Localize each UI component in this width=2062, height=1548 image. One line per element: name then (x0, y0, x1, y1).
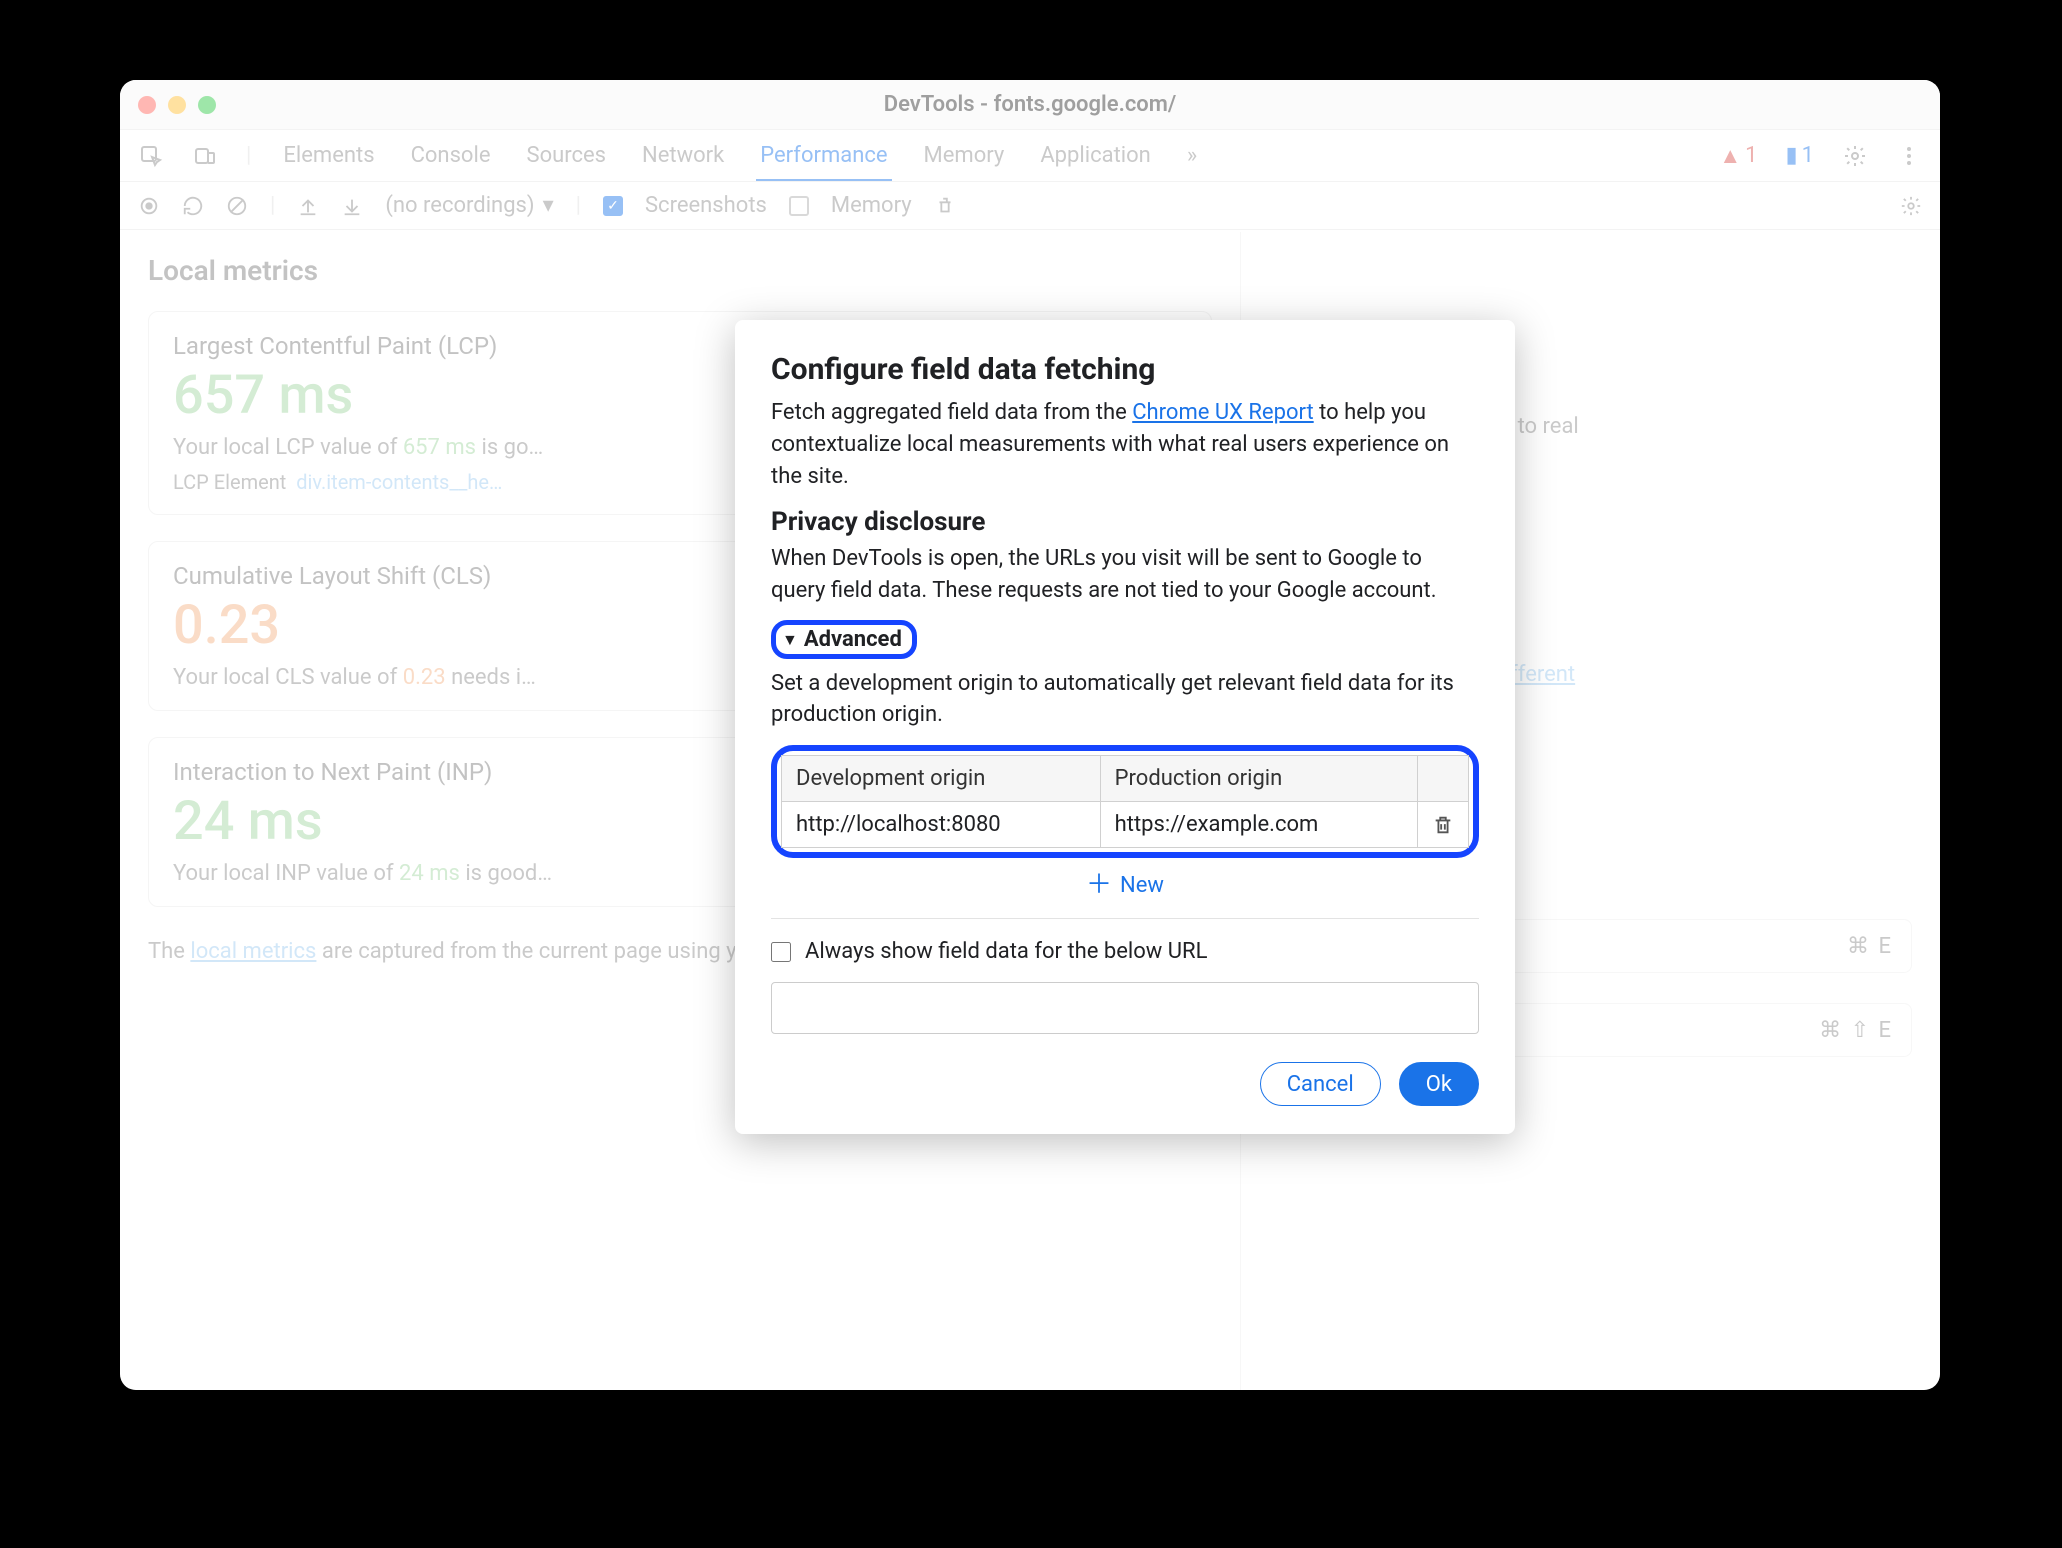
tabs-overflow[interactable]: » (1183, 143, 1201, 168)
device-toolbar-icon[interactable] (192, 143, 218, 169)
tab-performance[interactable]: Performance (756, 143, 891, 181)
tab-strip: | Elements Console Sources Network Perfo… (120, 130, 1940, 182)
infos-count: 1 (1802, 143, 1814, 168)
th-prod-origin: Production origin (1100, 756, 1417, 802)
origin-mapping-table: Development origin Production origin htt… (781, 755, 1469, 848)
screenshots-checkbox[interactable] (603, 196, 623, 216)
table-row: http://localhost:8080 https://example.co… (782, 802, 1469, 848)
download-icon[interactable] (341, 195, 363, 217)
window-title: DevTools - fonts.google.com/ (120, 92, 1940, 117)
delete-row-button[interactable] (1418, 802, 1469, 848)
new-label: New (1120, 873, 1164, 898)
privacy-paragraph: When DevTools is open, the URLs you visi… (771, 543, 1479, 607)
clear-icon[interactable] (226, 195, 248, 217)
crux-link-dialog[interactable]: Chrome UX Report (1132, 400, 1313, 425)
cancel-button[interactable]: Cancel (1260, 1062, 1381, 1106)
advanced-desc: Set a development origin to automaticall… (771, 669, 1479, 731)
triangle-down-icon: ▼ (782, 630, 798, 650)
performance-toolbar: | (no recordings) ▾ | Screenshots Memory (120, 182, 1940, 230)
kbd-record-reload: ⌘ ⇧ E (1819, 1018, 1893, 1043)
gc-icon[interactable] (934, 195, 956, 217)
dialog-paragraph-1: Fetch aggregated field data from the Chr… (771, 397, 1479, 493)
tab-sources[interactable]: Sources (523, 143, 611, 168)
th-actions (1418, 756, 1469, 802)
advanced-label: Advanced (804, 627, 902, 652)
chevron-down-icon: ▾ (543, 193, 554, 218)
recordings-dropdown[interactable]: (no recordings) ▾ (385, 193, 553, 218)
upload-icon[interactable] (297, 195, 319, 217)
memory-label: Memory (831, 193, 912, 218)
privacy-heading: Privacy disclosure (771, 507, 1479, 537)
tab-elements[interactable]: Elements (279, 143, 378, 168)
warnings-badge[interactable]: ▲ 1 (1719, 143, 1757, 169)
td-prod-origin[interactable]: https://example.com (1100, 802, 1417, 848)
always-show-checkbox[interactable] (771, 942, 791, 962)
always-show-row: Always show field data for the below URL (771, 919, 1479, 976)
inspect-icon[interactable] (138, 143, 164, 169)
plus-icon: ＋ (1086, 872, 1112, 898)
screenshots-label: Screenshots (645, 193, 767, 218)
dialog-title: Configure field data fetching (771, 352, 1479, 387)
table-header-row: Development origin Production origin (782, 756, 1469, 802)
th-dev-origin: Development origin (782, 756, 1101, 802)
ok-button[interactable]: Ok (1399, 1062, 1479, 1106)
panel-settings-icon[interactable] (1900, 195, 1922, 217)
devtools-window: DevTools - fonts.google.com/ | Elements … (120, 80, 1940, 1390)
lcp-element-link[interactable]: div.item-contents__he… (296, 470, 502, 494)
gear-icon[interactable] (1842, 143, 1868, 169)
kbd-record: ⌘ E (1847, 934, 1893, 959)
td-dev-origin[interactable]: http://localhost:8080 (782, 802, 1101, 848)
tab-application[interactable]: Application (1036, 143, 1154, 168)
tab-memory[interactable]: Memory (920, 143, 1009, 168)
origin-mapping-table-wrap: Development origin Production origin htt… (771, 745, 1479, 858)
tab-console[interactable]: Console (407, 143, 495, 168)
record-icon[interactable] (138, 195, 160, 217)
recordings-label: (no recordings) (385, 193, 534, 218)
add-new-row-button[interactable]: ＋ New (771, 858, 1479, 919)
reload-icon[interactable] (182, 195, 204, 217)
advanced-toggle[interactable]: ▼ Advanced (771, 620, 917, 659)
local-metrics-link[interactable]: local metrics (190, 939, 316, 964)
url-override-input[interactable] (771, 982, 1479, 1034)
memory-checkbox[interactable] (789, 196, 809, 216)
infos-badge[interactable]: ▮ 1 (1786, 143, 1814, 168)
tab-network[interactable]: Network (638, 143, 728, 168)
titlebar: DevTools - fonts.google.com/ (120, 80, 1940, 130)
field-data-dialog: Configure field data fetching Fetch aggr… (735, 320, 1515, 1134)
kebab-icon[interactable] (1896, 143, 1922, 169)
local-metrics-heading: Local metrics (148, 254, 1212, 287)
warnings-count: 1 (1745, 143, 1757, 168)
always-show-label: Always show field data for the below URL (805, 939, 1207, 964)
